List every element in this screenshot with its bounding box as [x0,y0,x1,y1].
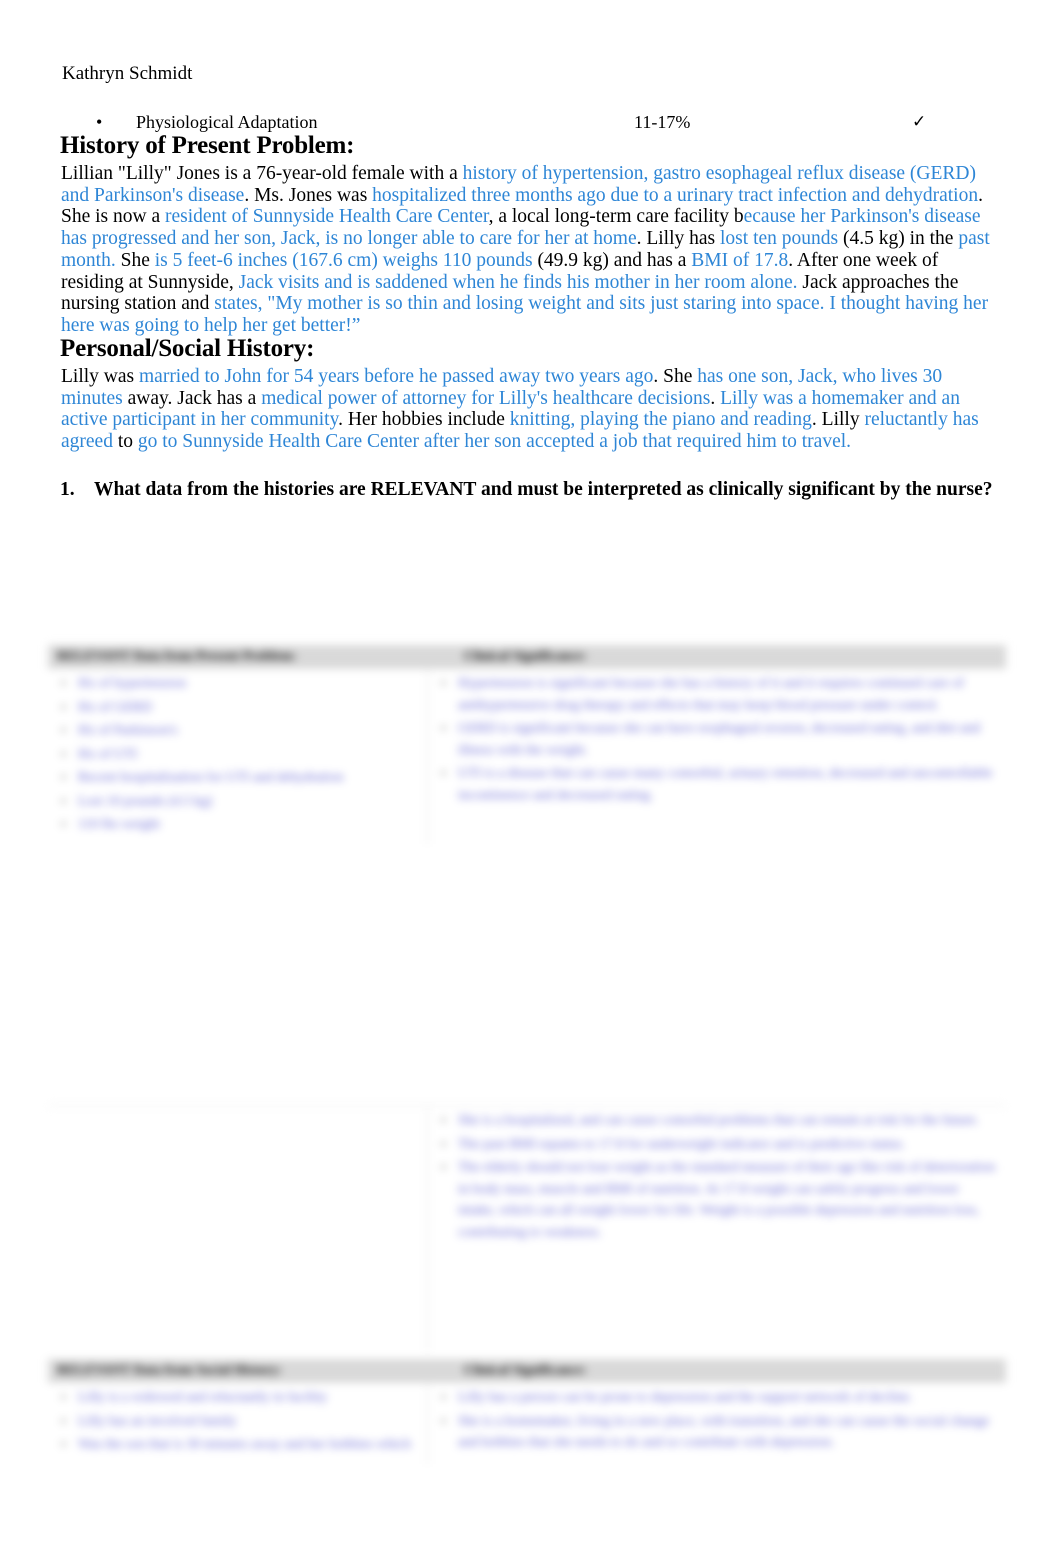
list-item: Lilly has an involved family [61,1410,421,1433]
list-item: Lost 10 pounds (4.5 kg) [61,790,421,813]
text-segment-9: knitting, playing the piano and reading [509,409,812,431]
text-segment-4: away. Jack has a [122,387,262,409]
list-item: The elderly should not lose weight as th… [441,1156,996,1243]
text-segment-13: is 5 feet-6 inches (167.6 cm) weighs 110… [154,249,533,271]
list-item: GERD is significant because she can have… [441,717,996,761]
table-cell-relevant-data: Hx of hypertensionHx of GERDHx of Parkin… [48,669,428,844]
text-segment-1: married to John for 54 years before he p… [139,366,654,387]
question-text: What data from the histories are RELEVAN… [94,479,993,500]
text-segment-5: medical power of attorney for Lilly's he… [261,387,711,409]
text-segment-2: . Ms. Jones was [244,184,373,206]
list-item: Was the son that is 30 minutes away and … [61,1433,421,1456]
list-item: Hx of UTI [61,743,421,766]
table-cell-clinical-significance-continued: She is a hospitalized, and can cause com… [428,1106,1006,1351]
table-cell-clinical-significance: Hypertension is significant because she … [428,669,1006,844]
list-item: The past BMI equates to 17.8 for underwe… [441,1133,996,1156]
table-gap [48,1351,1006,1359]
list-item: She is a hospitalized, and can cause com… [441,1109,996,1132]
hpi-paragraph: Lillian "Lilly" Jones is a 76-year-old f… [61,163,995,337]
list-item: Recent hospitalization for UTI and dehyd… [61,766,421,789]
text-segment-0: Lilly was [61,366,139,387]
text-segment-10: (4.5 kg) in the [838,228,959,250]
list-item: Hx of GERD [61,696,421,719]
list-item: Lilly has a person can be prone to depre… [441,1386,996,1409]
clinical-significance-list-continued: She is a hospitalized, and can cause com… [434,1109,996,1243]
relevant-data-table-hpi: RELEVANT Data from Present Problem: Clin… [48,645,1006,907]
table-header-left: RELEVANT Data from Present Problem: [57,648,297,663]
table-body-row: Hx of hypertensionHx of GERDHx of Parkin… [48,668,1006,844]
table-cell-relevant-data-continued [48,1106,428,1351]
text-segment-2: . She [653,366,698,387]
text-segment-5: resident of Sunnyside Health Care Center [165,206,489,228]
table-cell-social-data: Lilly is a widowed and reluctantly in fa… [48,1383,428,1464]
question-1: 1. What data from the histories are RELEV… [60,478,1010,502]
text-segment-3: hospitalized three months ago due to a u… [372,184,979,206]
psh-paragraph: Lilly was married to John for 54 years b… [61,366,995,453]
table-body-row-social: Lilly is a widowed and reluctantly in fa… [48,1382,1006,1464]
list-item: She is a homemaker, living in a new plac… [441,1410,996,1454]
relevant-data-list: Hx of hypertensionHx of GERDHx of Parkin… [54,672,421,836]
list-item: Lilly is a widowed and reluctantly in fa… [61,1386,421,1409]
text-segment-8: . Lilly has [636,228,721,250]
list-item: Hx of hypertension [61,672,421,695]
psh-heading: Personal/Social History: [60,335,315,362]
text-segment-12: She [115,249,155,271]
list-item: 110 lbs weight [61,813,421,836]
text-segment-13: go to Sunnyside Health Care Center after… [137,431,852,453]
table-cell-social-significance: Lilly has a person can be prone to depre… [428,1383,1006,1464]
text-segment-14: (49.9 kg) and has a [532,249,692,271]
text-segment-15: BMI of 17.8 [691,249,789,271]
text-segment-8: . Her hobbies include [338,409,510,431]
hpi-heading: History of Present Problem: [60,132,355,159]
list-item: Hypertension is significant because she … [441,672,996,716]
clinical-significance-list: Hypertension is significant because she … [434,672,996,806]
text-segment-10: . Lilly [811,409,865,431]
document-page: Kathryn Schmidt • Physiological Adaptati… [0,0,1062,1556]
table-header-row: RELEVANT Data from Present Problem: Clin… [48,645,1006,668]
text-segment-0: Lillian "Lilly" Jones is a 76-year-old f… [61,163,463,184]
social-significance-list: Lilly has a person can be prone to depre… [434,1386,996,1454]
text-segment-6: , a local long-term care facility b [488,206,744,228]
table-body-row-continued: She is a hospitalized, and can cause com… [48,1105,1006,1351]
list-item: Hx of Parkinson's [61,719,421,742]
text-segment-12: to [112,431,138,453]
table-header-row-social: RELEVANT Data from Social History: Clini… [48,1359,1006,1382]
question-number: 1. [60,479,75,500]
text-segment-6: . [710,387,721,409]
text-segment-9: lost ten pounds [720,228,839,250]
text-segment-17: Jack visits and is saddened when he find… [238,271,798,293]
table-header-right-social: Clinical Significance: [464,1362,587,1377]
relevant-data-table-continued: She is a hospitalized, and can cause com… [48,1105,1006,1510]
list-item: UTI is a disease that can cause many com… [441,762,996,806]
checkmark-icon: ✓ [912,112,927,131]
table-header-left-social: RELEVANT Data from Social History: [57,1362,283,1377]
social-data-list: Lilly is a widowed and reluctantly in fa… [54,1386,421,1456]
table-header-right: Clinical Significance: [464,648,587,663]
author-name: Kathryn Schmidt [62,63,193,84]
category-percent: 11-17% [634,112,691,132]
